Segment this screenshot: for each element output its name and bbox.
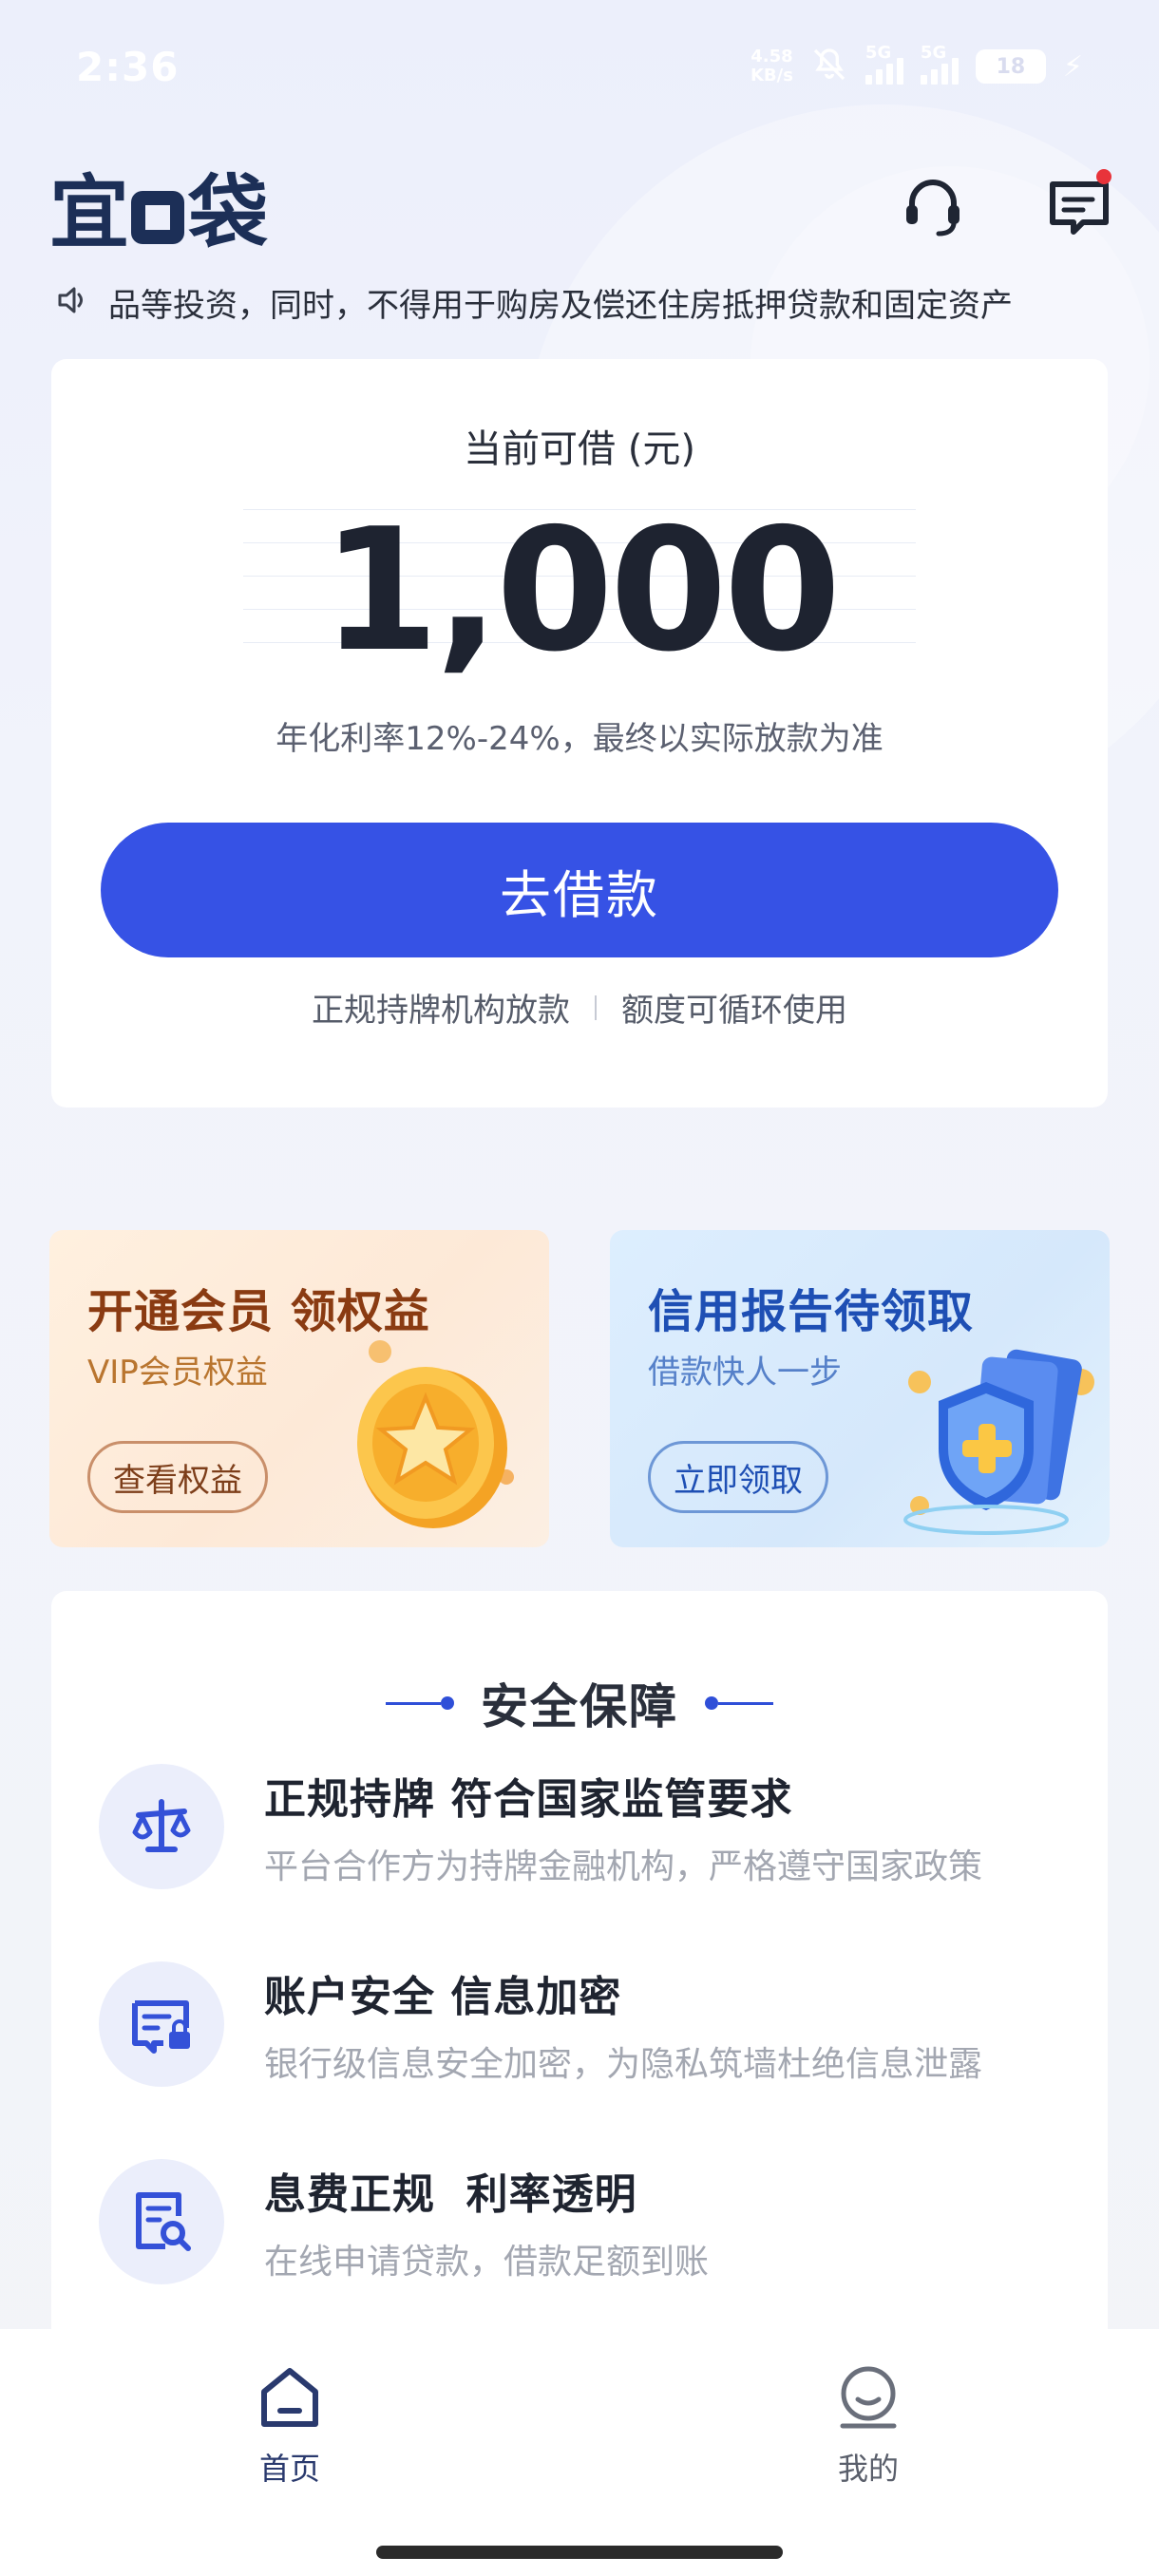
credit-report-promo-card[interactable]: 信用报告待领取 借款快人一步 立即领取 [610, 1230, 1110, 1547]
nav-mine-label: 我的 [837, 2451, 899, 2487]
vip-promo-card[interactable]: 开通会员 领权益 VIP会员权益 查看权益 [49, 1230, 549, 1547]
bottom-navigation: 首页 我的 [0, 2329, 1159, 2576]
logo-text-2: 袋 [188, 166, 268, 259]
security-item-title: 息费正规 利率透明 [264, 2170, 637, 2219]
security-item: 账户安全 信息加密 银行级信息安全加密，为隐私筑墙杜绝信息泄露 [99, 1958, 1068, 2091]
security-title: 安全保障 [481, 1679, 678, 1734]
view-benefits-button[interactable]: 查看权益 [87, 1441, 268, 1513]
title-decoration-right [705, 1696, 773, 1710]
charging-icon: ⚡ [1062, 49, 1083, 84]
profile-icon [835, 2365, 902, 2435]
speaker-icon [55, 282, 91, 322]
tag-divider [595, 994, 597, 1020]
scale-icon [99, 1764, 224, 1889]
status-icons: 4.58 KB/s 5G 5G 18 ⚡ [750, 43, 1083, 88]
nav-mine[interactable]: 我的 [773, 2365, 963, 2489]
network-speed: 4.58 KB/s [750, 47, 793, 85]
customer-service-icon[interactable] [899, 173, 967, 241]
home-icon [258, 2365, 321, 2435]
document-search-icon [99, 2159, 224, 2284]
interest-rate-note: 年化利率12%-24%，最终以实际放款为准 [276, 720, 884, 758]
loan-card: 当前可借 (元) 1,000 年化利率12%-24%，最终以实际放款为准 去借款… [51, 359, 1108, 1108]
unread-dot [1096, 168, 1112, 184]
security-item-desc: 在线申请贷款，借款足额到账 [264, 2243, 710, 2282]
title-decoration-left [386, 1696, 454, 1710]
nav-home[interactable]: 首页 [195, 2365, 385, 2489]
security-title-row: 安全保障 [51, 1669, 1108, 1737]
page: 2:36 4.58 KB/s 5G 5G 18 ⚡ 宜袋 品等投资，同时，不得用… [0, 0, 1159, 2576]
notice-text: 品等投资，同时，不得用于购房及偿还住房抵押贷款和固定资产 [108, 286, 1013, 325]
network-speed-value: 4.58 [750, 47, 793, 66]
logo-square [131, 191, 185, 244]
logo-text-1: 宜 [49, 166, 129, 259]
network-type: 5G [864, 43, 892, 63]
available-amount-label: 当前可借 (元) [464, 427, 695, 471]
loan-tags: 正规持牌机构放款 额度可循环使用 [51, 984, 1108, 1031]
claim-report-button[interactable]: 立即领取 [648, 1441, 828, 1513]
security-item-title: 正规持牌 符合国家监管要求 [264, 1775, 793, 1824]
status-bar: 2:36 4.58 KB/s 5G 5G 18 ⚡ [0, 0, 1159, 133]
available-amount: 1,000 [321, 492, 841, 689]
message-icon[interactable] [1045, 168, 1113, 241]
tag-licensed: 正规持牌机构放款 [312, 992, 570, 1030]
shield-document-icon [882, 1325, 1100, 1544]
security-item: 息费正规 利率透明 在线申请贷款，借款足额到账 [99, 2155, 1068, 2288]
security-item-title: 账户安全 信息加密 [264, 1973, 622, 2021]
security-item-desc: 银行级信息安全加密，为隐私筑墙杜绝信息泄露 [264, 2045, 983, 2084]
mute-icon [810, 46, 848, 88]
notice-bar[interactable]: 品等投资，同时，不得用于购房及偿还住房抵押贷款和固定资产 [55, 275, 1110, 329]
app-header: 宜袋 [49, 157, 1113, 259]
network-type: 5G [920, 43, 947, 63]
network-speed-unit: KB/s [750, 66, 793, 85]
security-item: 正规持牌 符合国家监管要求 平台合作方为持牌金融机构，严格遵守国家政策 [99, 1760, 1068, 1893]
shield-card-icon [99, 1961, 224, 2087]
home-indicator[interactable] [376, 2546, 783, 2559]
vip-promo-subtitle: VIP会员权益 [87, 1354, 268, 1392]
battery-icon: 18 [975, 49, 1046, 84]
signal-icon: 5G [920, 43, 959, 85]
nav-home-label: 首页 [258, 2451, 320, 2487]
tag-revolving: 额度可循环使用 [621, 992, 847, 1030]
header-actions [899, 168, 1113, 241]
signal-icon: 5G [864, 43, 903, 85]
credit-report-promo-subtitle: 借款快人一步 [648, 1354, 842, 1392]
security-item-desc: 平台合作方为持牌金融机构，严格遵守国家政策 [264, 1847, 983, 1886]
status-time: 2:36 [76, 43, 180, 90]
app-logo: 宜袋 [49, 149, 268, 264]
gold-coin-star-icon [321, 1325, 540, 1544]
borrow-button[interactable]: 去借款 [101, 823, 1058, 957]
